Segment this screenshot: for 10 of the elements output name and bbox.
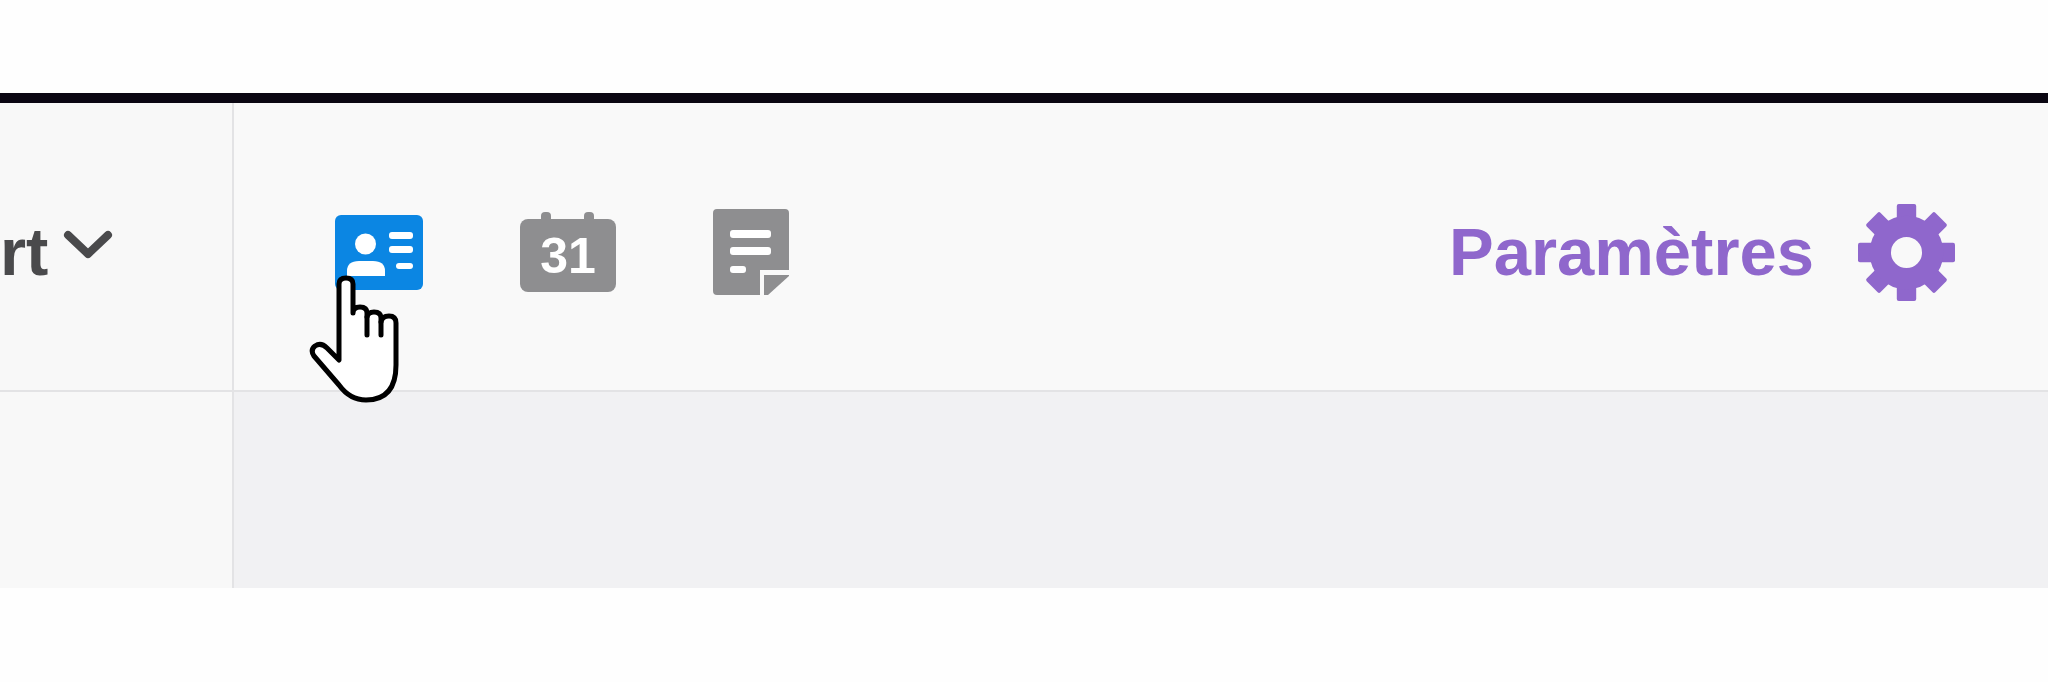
contact-tab[interactable] — [335, 214, 423, 290]
settings-icon — [1858, 203, 1955, 301]
note-icon — [713, 209, 789, 295]
contact-card-icon — [335, 214, 423, 290]
calendar-tab[interactable]: 31 — [520, 212, 616, 292]
chevron-down-icon — [63, 230, 114, 260]
notes-tab[interactable] — [713, 209, 789, 295]
dropdown-button[interactable]: rt — [0, 215, 114, 289]
calendar-icon — [520, 212, 616, 292]
settings-button[interactable]: Paramètres — [1448, 203, 1955, 301]
